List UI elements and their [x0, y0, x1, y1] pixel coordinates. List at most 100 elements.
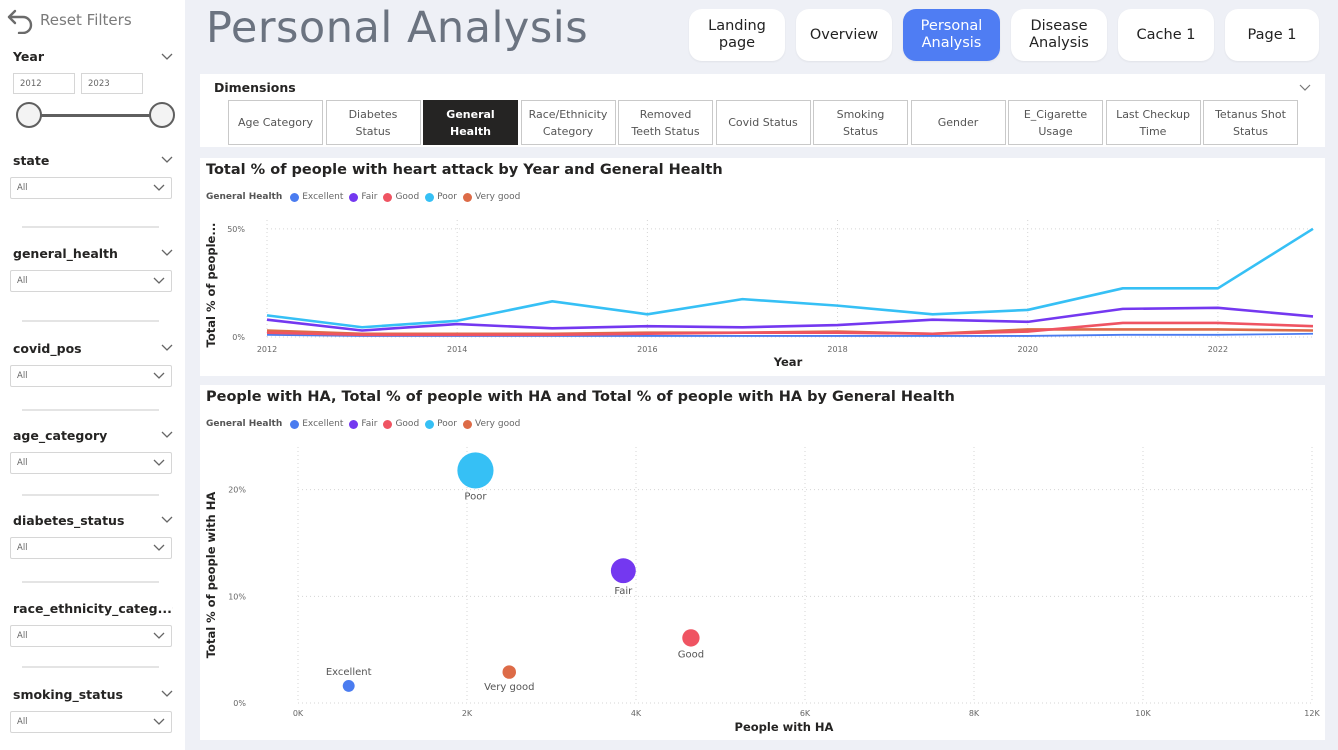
nav-button-cache-1[interactable]: Cache 1: [1118, 9, 1214, 61]
chevron-down-icon[interactable]: [161, 53, 173, 61]
bubble-good[interactable]: [682, 629, 700, 647]
series-line-fair[interactable]: [266, 306, 1314, 332]
chevron-down-icon[interactable]: [161, 431, 173, 439]
chevron-down-icon[interactable]: [153, 544, 165, 552]
chevron-down-icon[interactable]: [1299, 84, 1311, 92]
y-tick-label: 0%: [232, 333, 245, 342]
slicer-header: age_category: [13, 427, 173, 443]
slicer-dropdown-value: All: [17, 543, 28, 553]
y-axis-title: Total % of people with HA: [204, 492, 218, 659]
slicer-dropdown[interactable]: All: [10, 177, 172, 199]
slicer-dropdown[interactable]: All: [10, 625, 172, 647]
slicer-dropdown-value: All: [17, 276, 28, 286]
slicer-dropdown[interactable]: All: [10, 365, 172, 387]
divider: [22, 581, 159, 583]
x-tick-label: 2016: [637, 345, 657, 354]
slicer-dropdown[interactable]: All: [10, 452, 172, 474]
divider: [22, 226, 159, 228]
slicer-header: race_ethnicity_categ...: [13, 600, 173, 616]
chevron-down-icon[interactable]: [153, 184, 165, 192]
slicer-header: diabetes_status: [13, 512, 173, 528]
divider: [22, 494, 159, 496]
x-tick-label: 2022: [1208, 345, 1228, 354]
dimension-button-covid-status[interactable]: Covid Status: [715, 100, 811, 145]
slicer-dropdown[interactable]: All: [10, 711, 172, 733]
bubble-label: Poor: [464, 492, 487, 503]
chevron-down-icon[interactable]: [161, 156, 173, 164]
dimension-button-age-category[interactable]: Age Category: [228, 100, 323, 145]
nav-button-overview[interactable]: Overview: [796, 9, 892, 61]
dimension-button-removed-teeth-status[interactable]: Removed Teeth Status: [618, 100, 713, 145]
chevron-down-icon[interactable]: [161, 249, 173, 257]
x-tick-label: 12K: [1304, 709, 1320, 718]
slicer-dropdown[interactable]: All: [10, 537, 172, 559]
bubble-very-good[interactable]: [502, 665, 516, 679]
y-tick-label: 0%: [233, 699, 246, 708]
bubble-excellent[interactable]: [342, 679, 355, 692]
slicer-title: smoking_status: [13, 686, 123, 702]
x-tick-label: 2K: [462, 709, 473, 718]
reset-filters-button[interactable]: Reset Filters: [6, 6, 132, 34]
slicer-dropdown[interactable]: All: [10, 270, 172, 292]
nav-button-disease-analysis[interactable]: Disease Analysis: [1011, 9, 1107, 61]
slicer-header: covid_pos: [13, 340, 173, 356]
bubble-label: Good: [678, 650, 704, 661]
slicer-smoking_status: smoking_status All: [10, 686, 173, 733]
dimension-button-gender[interactable]: Gender: [910, 100, 1006, 145]
dimensions-title: Dimensions: [214, 80, 296, 95]
slicer-title: race_ethnicity_categ...: [13, 600, 172, 616]
slicer-title: age_category: [13, 427, 108, 443]
slicer-header: state: [13, 152, 173, 168]
year-end-input[interactable]: 2023: [81, 73, 143, 94]
slicer-title: covid_pos: [13, 340, 82, 356]
chevron-down-icon[interactable]: [171, 604, 173, 612]
slicer-header: general_health: [13, 245, 173, 261]
bubble-poor[interactable]: [457, 452, 494, 489]
chevron-down-icon[interactable]: [161, 516, 173, 524]
slicer-dropdown-value: All: [17, 717, 28, 727]
divider: [22, 409, 159, 411]
chevron-down-icon[interactable]: [153, 718, 165, 726]
x-tick-label: 4K: [631, 709, 642, 718]
slicer-general_health: general_health All: [10, 245, 173, 292]
bubble-fair[interactable]: [610, 558, 636, 584]
chevron-down-icon[interactable]: [153, 632, 165, 640]
reset-filters-label: Reset Filters: [40, 11, 132, 29]
dimension-button-last-checkup-time[interactable]: Last Checkup Time: [1105, 100, 1201, 145]
dimension-button-diabetes-status[interactable]: Diabetes Status: [325, 100, 421, 145]
nav-button-page-1[interactable]: Page 1: [1225, 9, 1319, 61]
slicer-age_category: age_category All: [10, 427, 173, 474]
chevron-down-icon[interactable]: [153, 277, 165, 285]
chevron-down-icon[interactable]: [161, 690, 173, 698]
year-range-start-handle[interactable]: [16, 102, 42, 128]
year-range-end-handle[interactable]: [149, 102, 175, 128]
chevron-down-icon[interactable]: [161, 344, 173, 352]
x-tick-label: 8K: [969, 709, 980, 718]
chevron-down-icon[interactable]: [153, 459, 165, 467]
slicer-title: general_health: [13, 245, 118, 261]
year-slicer-header: Year: [13, 49, 173, 64]
slicer-header: smoking_status: [13, 686, 173, 702]
line-chart-card: Total % of people with heart attack by Y…: [200, 158, 1325, 376]
year-slicer-title: Year: [13, 49, 44, 64]
year-start-input[interactable]: 2012: [13, 73, 75, 94]
year-range-track[interactable]: [29, 114, 163, 117]
slicer-title: state: [13, 152, 50, 168]
dimensions-panel: Dimensions Age Category Diabetes Status Ge…: [200, 74, 1325, 147]
slicer-dropdown-value: All: [17, 371, 28, 381]
dimension-button-smoking-status[interactable]: Smoking Status: [813, 100, 908, 145]
line-chart: 2012 2014 2016 2018 2020 2022 0% 50% Year Total %…: [204, 220, 1314, 369]
nav-button-landing-page[interactable]: Landing page: [689, 9, 785, 61]
dimension-button-e-cigarette-usage[interactable]: E_Cigarette Usage: [1008, 100, 1103, 145]
undo-icon: [7, 9, 33, 34]
divider: [22, 320, 159, 322]
series-line-poor[interactable]: [266, 227, 1314, 329]
dimension-button-race-ethnicity-category[interactable]: Race/Ethnicity Category: [520, 100, 616, 145]
dimension-button-tetanus-shot-status[interactable]: Tetanus Shot Status: [1203, 100, 1298, 145]
y-tick-label: 50%: [227, 225, 245, 234]
nav-button-personal-analysis[interactable]: Personal Analysis: [903, 9, 1000, 61]
dimension-button-general-health[interactable]: General Health: [423, 100, 518, 145]
chevron-down-icon[interactable]: [153, 372, 165, 380]
bubble-label: Excellent: [326, 667, 372, 678]
page-title: Personal Analysis: [206, 3, 589, 53]
